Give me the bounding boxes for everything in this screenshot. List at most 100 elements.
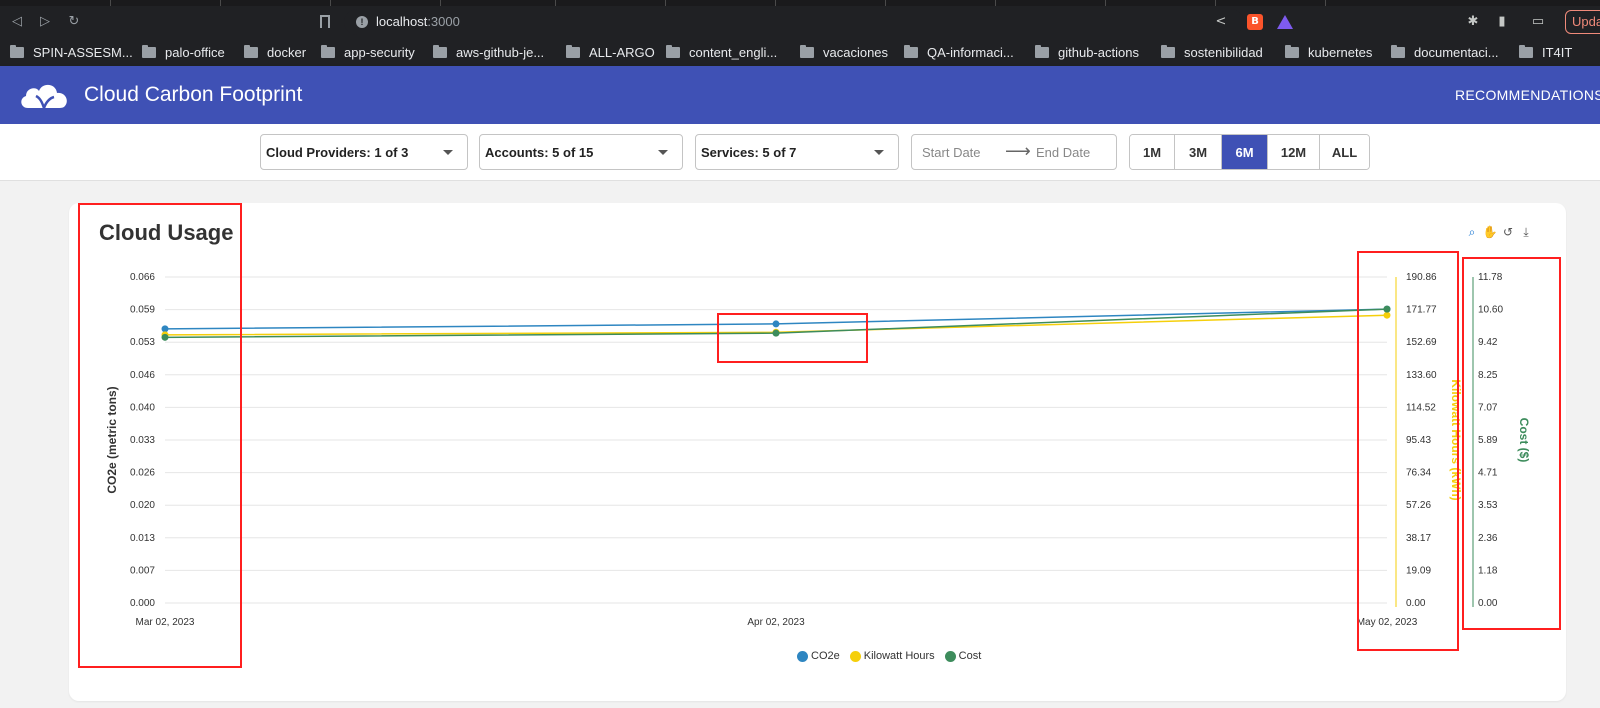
range-button-3m[interactable]: 3M: [1175, 135, 1222, 169]
bookmark-folder[interactable]: IT4IT: [1519, 42, 1572, 62]
chevron-down-icon: [443, 150, 453, 155]
y-axis-title-kwh: Kilowatt Hours (kWh): [1449, 379, 1463, 500]
reload-icon[interactable]: ↻: [66, 14, 82, 30]
legend-label: Cost: [958, 650, 982, 662]
range-button-12m[interactable]: 12M: [1268, 135, 1320, 169]
bookmark-folder[interactable]: SPIN-ASSESM...: [10, 42, 133, 62]
y-tick-label-cost: 1.18: [1478, 565, 1498, 576]
bookmark-folder[interactable]: app-security: [321, 42, 415, 62]
x-tick-label: May 02, 2023: [1357, 617, 1418, 628]
y-tick-label-co2e: 0.026: [130, 468, 155, 479]
accounts-dropdown[interactable]: Accounts: 5 of 15: [479, 134, 683, 170]
y-tick-label-kwh: 38.17: [1406, 533, 1431, 544]
data-point-co2e[interactable]: [772, 320, 780, 328]
bookmark-folder[interactable]: docker: [244, 42, 306, 62]
url-port: :3000: [427, 14, 460, 29]
bookmark-folder[interactable]: documentaci...: [1391, 42, 1499, 62]
back-icon[interactable]: ◁: [9, 14, 25, 30]
bookmark-label: QA-informaci...: [927, 44, 1014, 60]
bookmark-folder[interactable]: palo-office: [142, 42, 225, 62]
y-tick-label-cost: 9.42: [1478, 337, 1498, 348]
brave-rewards-icon[interactable]: [1277, 15, 1293, 29]
share-icon[interactable]: <: [1213, 14, 1229, 30]
y-tick-label-kwh: 114.52: [1406, 402, 1436, 413]
bookmark-folder[interactable]: github-actions: [1035, 42, 1139, 62]
range-button-1m[interactable]: 1M: [1130, 135, 1175, 169]
bookmark-page-icon[interactable]: [320, 15, 330, 28]
y-tick-label-cost: 2.36: [1478, 533, 1498, 544]
brave-shields-icon[interactable]: B: [1247, 14, 1263, 30]
bookmark-folder[interactable]: ALL-ARGO: [566, 42, 655, 62]
cloud-usage-chart: 0.000 0.00 0.00 0.007 19.09 1.18 0.013 38.17 2.3…: [105, 272, 1531, 628]
services-label: Services: 5 of 7: [701, 145, 797, 160]
app-title: Cloud Carbon Footprint: [84, 83, 303, 106]
y-tick-label-co2e: 0.046: [130, 370, 155, 381]
y-tick-label-cost: 0.00: [1478, 598, 1498, 609]
folder-icon: [433, 44, 447, 58]
data-point-kilowatt-hours[interactable]: [1383, 311, 1391, 319]
wallet-icon[interactable]: ▭: [1530, 14, 1546, 30]
folder-icon: [566, 44, 580, 58]
address-bar[interactable]: ! localhost:3000: [344, 9, 1244, 35]
chart-legend: CO2e Kilowatt Hours Cost: [797, 650, 981, 662]
bookmark-folder[interactable]: QA-informaci...: [904, 42, 1014, 62]
chevron-down-icon: [874, 150, 884, 155]
y-tick-label-kwh: 57.26: [1406, 500, 1431, 511]
sidebar-icon[interactable]: ▮: [1494, 14, 1510, 30]
y-tick-label-co2e: 0.059: [130, 305, 155, 316]
bookmark-label: SPIN-ASSESM...: [33, 44, 133, 60]
bookmark-label: docker: [267, 44, 307, 60]
legend-dot: [849, 650, 861, 662]
y-tick-label-co2e: 0.053: [130, 337, 155, 348]
folder-icon: [1161, 44, 1175, 58]
y-tick-label-cost: 10.60: [1478, 305, 1503, 316]
data-point-cost[interactable]: [161, 333, 169, 341]
accounts-label: Accounts: 5 of 15: [485, 145, 594, 160]
recommendations-link[interactable]: RECOMMENDATIONS: [1455, 87, 1600, 103]
y-tick-label-co2e: 0.040: [130, 402, 155, 413]
bookmark-folder[interactable]: content_engli...: [666, 42, 777, 62]
range-button-6m[interactable]: 6M: [1222, 135, 1268, 169]
axes: 0.000 0.00 0.00 0.007 19.09 1.18 0.013 38.17 2.3…: [105, 272, 1531, 628]
start-date-input[interactable]: Start Date: [922, 145, 981, 160]
y-tick-label-co2e: 0.033: [130, 435, 155, 446]
bookmark-label: kubernetes: [1308, 44, 1373, 60]
update-button[interactable]: Upda: [1565, 10, 1600, 34]
legend-item-cost[interactable]: Cost: [944, 650, 982, 662]
cloud-leaf-logo-icon: [21, 84, 67, 109]
end-date-input[interactable]: End Date: [1036, 145, 1090, 160]
bookmark-folder[interactable]: vacaciones: [800, 42, 888, 62]
y-axis-title-cost: Cost ($): [1517, 418, 1531, 463]
site-info-icon[interactable]: !: [356, 16, 368, 28]
data-point-cost[interactable]: [772, 329, 780, 337]
legend-item-kilowatt-hours[interactable]: Kilowatt Hours: [849, 650, 935, 662]
cloud-providers-dropdown[interactable]: Cloud Providers: 1 of 3: [260, 134, 468, 170]
folder-icon: [800, 44, 814, 58]
folder-icon: [1285, 44, 1299, 58]
bookmark-label: documentaci...: [1414, 44, 1499, 60]
bookmark-folder[interactable]: aws-github-je...: [433, 42, 544, 62]
bookmark-label: content_engli...: [689, 44, 778, 60]
y-tick-label-co2e: 0.013: [130, 533, 155, 544]
range-button-group: 1M 3M 6M 12M ALL: [1129, 134, 1370, 170]
browser-chrome: ◁ ▷ ↻ ! localhost:3000 < B ✱ ▮ ▭ Upda SP…: [0, 0, 1600, 66]
forward-icon[interactable]: ▷: [37, 14, 53, 30]
extensions-icon[interactable]: ✱: [1465, 14, 1481, 30]
y-tick-label-cost: 4.71: [1478, 468, 1498, 479]
date-range-picker[interactable]: Start Date ⟶ End Date: [911, 134, 1117, 170]
bookmark-folder[interactable]: sostenibilidad: [1161, 42, 1263, 62]
data-point-co2e[interactable]: [161, 325, 169, 333]
y-tick-label-co2e: 0.000: [130, 598, 155, 609]
range-button-all[interactable]: ALL: [1320, 135, 1369, 169]
bookmark-label: palo-office: [165, 44, 225, 60]
legend-item-co2e[interactable]: CO2e: [797, 650, 840, 662]
y-tick-label-co2e: 0.066: [130, 272, 155, 283]
folder-icon: [244, 44, 258, 58]
bookmark-label: app-security: [344, 44, 415, 60]
data-point-cost[interactable]: [1383, 305, 1391, 313]
bookmark-folder[interactable]: kubernetes: [1285, 42, 1372, 62]
legend-label: Kilowatt Hours: [863, 650, 935, 662]
services-dropdown[interactable]: Services: 5 of 7: [695, 134, 899, 170]
y-tick-label-kwh: 171.77: [1406, 305, 1437, 316]
y-tick-label-co2e: 0.007: [130, 565, 155, 576]
